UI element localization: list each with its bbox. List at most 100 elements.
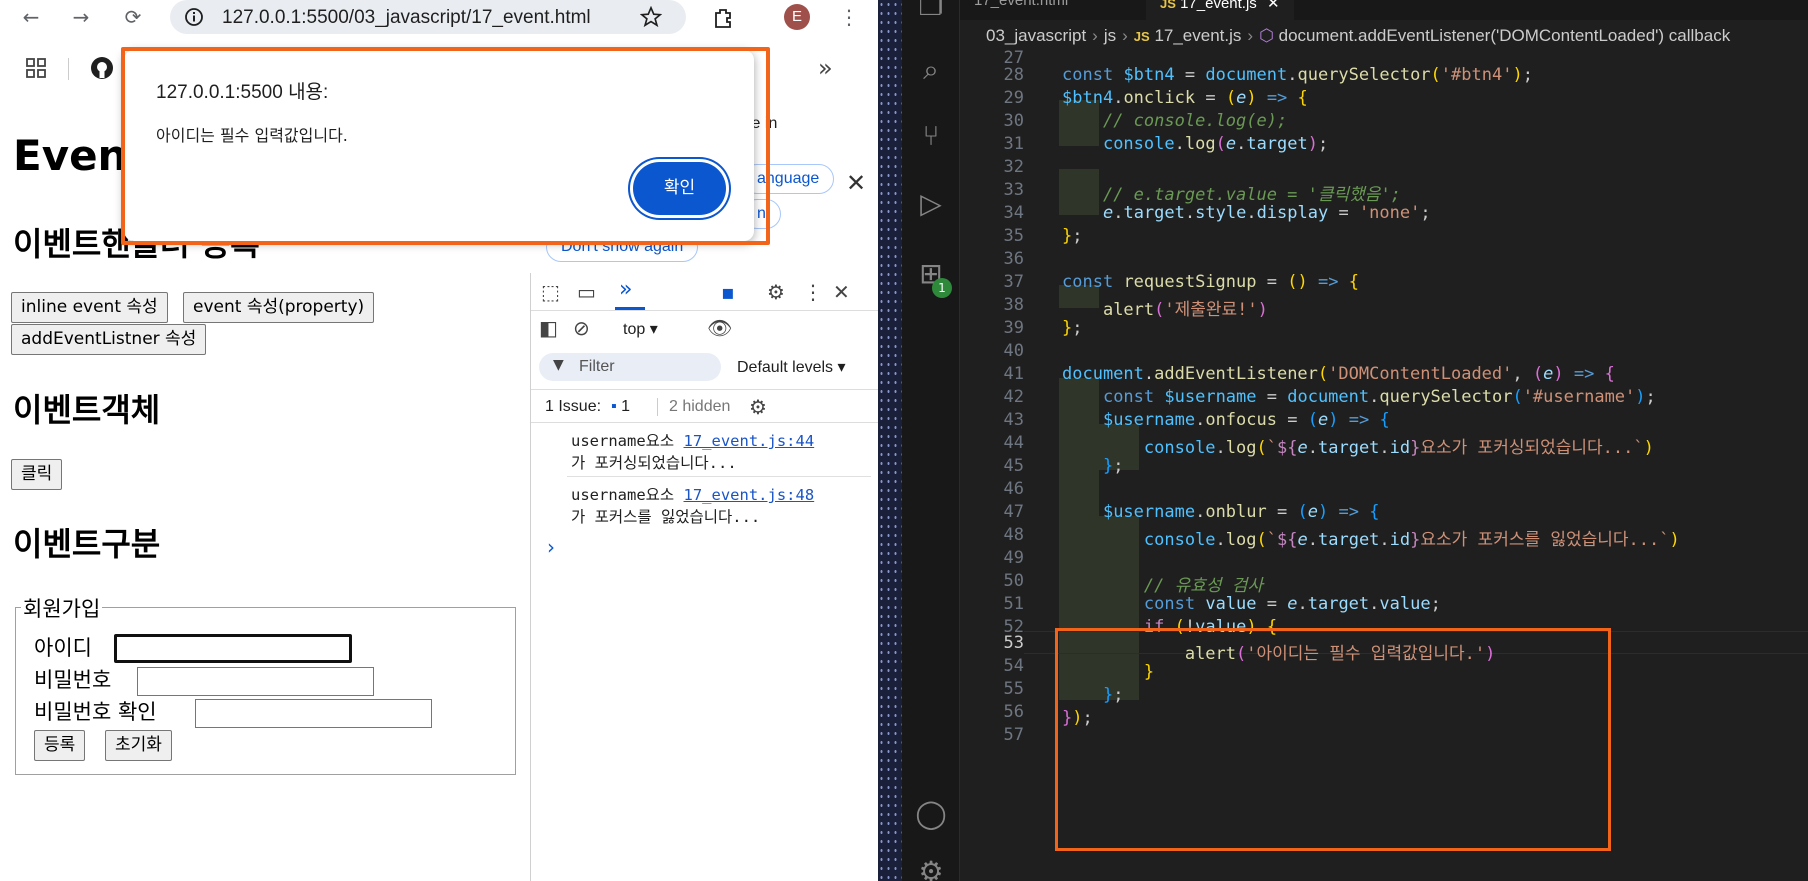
- browser-menu-kebab-icon[interactable]: ⋮: [836, 4, 862, 30]
- devtools-settings-gear-icon[interactable]: ⚙: [767, 281, 785, 303]
- url-text[interactable]: 127.0.0.1:5500/03_javascript/17_event.ht…: [222, 7, 591, 29]
- profile-initial: E: [791, 8, 802, 25]
- url-bar[interactable]: 127.0.0.1:5500/03_javascript/17_event.ht…: [170, 0, 686, 34]
- reload-icon[interactable]: ⟳: [120, 4, 146, 30]
- devtools-toolbar: ⬚ ▭ » ▪ ⚙ ⋮ ✕: [531, 273, 878, 311]
- tab-html[interactable]: 17_event.html: [960, 0, 1082, 20]
- code-line: document.addEventListener('DOMContentLoa…: [1062, 364, 1615, 384]
- code-line: console.log(`${e.target.id}요소가 포커싱되었습니다.…: [1143, 438, 1654, 458]
- explorer-files-icon[interactable]: ❐: [911, 0, 951, 26]
- code-line: const $username = document.querySelector…: [1102, 387, 1656, 407]
- search-icon[interactable]: ⌕: [911, 50, 951, 90]
- messages-icon[interactable]: ▪: [721, 281, 735, 303]
- log-levels-dropdown[interactable]: Default levels ▾: [737, 357, 846, 377]
- breadcrumb-separator-icon: ›: [1247, 26, 1254, 45]
- sidebar-toggle-icon[interactable]: ◧: [539, 317, 558, 339]
- code-line: };: [1062, 226, 1083, 246]
- issues-settings-gear-icon[interactable]: ⚙: [749, 395, 767, 420]
- breadcrumb-file[interactable]: 17_event.js: [1154, 26, 1241, 45]
- run-debug-icon[interactable]: ▷: [911, 184, 951, 224]
- bookmarks-overflow-chevron-icon[interactable]: »: [818, 54, 833, 82]
- alert-ok-button[interactable]: 확인: [633, 162, 726, 215]
- site-info-icon[interactable]: [184, 7, 204, 27]
- device-toolbar-icon[interactable]: ▭: [577, 281, 596, 303]
- event-property-button[interactable]: event 속성(property): [183, 292, 375, 323]
- password-input[interactable]: [137, 667, 374, 696]
- forward-arrow-icon[interactable]: →: [68, 4, 94, 30]
- submit-button[interactable]: 등록: [34, 730, 86, 761]
- clear-console-icon[interactable]: ⊘: [573, 317, 590, 339]
- editor-tab-bar: 17_event.html JS 17_event.js ✕: [960, 0, 1808, 20]
- line-number: 47: [1003, 502, 1024, 522]
- breadcrumb-folder[interactable]: js: [1104, 26, 1116, 45]
- apps-grid-icon[interactable]: [26, 58, 46, 78]
- line-number: 45: [1003, 456, 1024, 476]
- breadcrumb: 03_javascript › js › JS 17_event.js › ⬡ docume…: [986, 26, 1730, 50]
- js-file-icon: JS: [1160, 0, 1176, 11]
- code-line: alert('아이디는 필수 입력값입니다.'): [1184, 644, 1496, 664]
- code-line: // e.target.value = '클릭했음';: [1102, 185, 1401, 205]
- github-icon[interactable]: [90, 56, 114, 80]
- activity-bar: ❐ ⌕ ⑂ ▷ ⊞ 1 ◯ ⚙: [902, 0, 960, 881]
- inspect-element-icon[interactable]: ⬚: [541, 281, 560, 303]
- line-number: 40: [1003, 341, 1024, 361]
- line-number: 54: [1003, 656, 1024, 676]
- password-confirm-input[interactable]: [195, 699, 432, 728]
- console-prompt-chevron-icon[interactable]: ›: [547, 535, 555, 559]
- extensions-badge: 1: [932, 278, 952, 298]
- reset-button[interactable]: 초기화: [105, 730, 172, 761]
- address-bar-row: ← → ⟳ 127.0.0.1:5500/03_javascript/17_ev…: [0, 0, 878, 34]
- line-number: 35: [1003, 226, 1024, 246]
- code-line: };: [1102, 685, 1124, 705]
- line-number: 29: [1003, 88, 1024, 108]
- log-text-cont: 가 포커스를 잃었습니다...: [571, 508, 761, 526]
- log-separator: [567, 476, 871, 477]
- console-toolbar: ◧ ⊘ top ▾ 👁: [531, 311, 878, 347]
- profile-avatar[interactable]: E: [784, 4, 810, 30]
- back-arrow-icon[interactable]: ←: [18, 4, 44, 30]
- issues-count-badge[interactable]: ▪ 1: [611, 398, 630, 416]
- filter-placeholder: Filter: [579, 358, 615, 375]
- translate-close-icon[interactable]: ✕: [846, 169, 866, 197]
- manage-gear-icon[interactable]: ⚙: [911, 852, 951, 881]
- breadcrumb-separator-icon: ›: [1092, 26, 1098, 45]
- line-number: 48: [1003, 525, 1024, 545]
- tab-js[interactable]: JS 17_event.js ✕: [1146, 0, 1294, 20]
- bookmark-star-icon[interactable]: [640, 6, 662, 28]
- line-number: 28: [1003, 65, 1024, 85]
- code-line: }: [1143, 662, 1155, 682]
- line-number: 57: [1003, 725, 1024, 745]
- line-number: 50: [1003, 571, 1024, 591]
- username-label: 아이디: [34, 636, 92, 660]
- extensions-puzzle-icon[interactable]: [712, 6, 736, 30]
- code-line: alert('제출완료!'): [1102, 300, 1268, 320]
- breadcrumb-symbol[interactable]: document.addEventListener('DOMContentLoa…: [1279, 26, 1731, 45]
- translate-language-button[interactable]: anguage: [742, 164, 835, 194]
- source-control-icon[interactable]: ⑂: [911, 116, 951, 156]
- devtools-close-icon[interactable]: ✕: [833, 281, 850, 303]
- issues-divider: [657, 398, 658, 416]
- context-selector[interactable]: top ▾: [623, 319, 658, 339]
- alert-message: 아이디는 필수 입력값입니다.: [156, 126, 348, 145]
- desktop-gap: [878, 0, 902, 881]
- log-source-link[interactable]: 17_event.js:44: [684, 432, 815, 450]
- account-icon[interactable]: ◯: [911, 794, 951, 834]
- log-source-link[interactable]: 17_event.js:48: [684, 486, 815, 504]
- username-input[interactable]: [114, 634, 352, 663]
- click-button[interactable]: 클릭: [11, 459, 63, 490]
- line-number: 39: [1003, 318, 1024, 338]
- filter-funnel-icon: ▼: [553, 357, 564, 373]
- devtools-menu-kebab-icon[interactable]: ⋮: [803, 281, 823, 303]
- console-tab-icon[interactable]: »: [619, 279, 632, 301]
- code-area[interactable]: 27 28 29 30 31 32 33 34 35 36 37 38 39 4…: [960, 48, 1808, 881]
- live-expression-eye-icon[interactable]: 👁: [707, 317, 732, 339]
- console-filter-input[interactable]: ▼ Filter: [539, 353, 721, 381]
- breadcrumb-folder[interactable]: 03_javascript: [986, 26, 1086, 45]
- alert-title: 127.0.0.1:5500 내용:: [156, 82, 329, 103]
- inline-event-button[interactable]: inline event 속성: [11, 292, 168, 323]
- code-line: // console.log(e);: [1102, 111, 1288, 131]
- line-number: 55: [1003, 679, 1024, 699]
- code-line: const value = e.target.value;: [1143, 594, 1441, 614]
- tab-close-icon[interactable]: ✕: [1261, 0, 1280, 12]
- add-event-listener-button[interactable]: addEventListner 속성: [11, 324, 207, 355]
